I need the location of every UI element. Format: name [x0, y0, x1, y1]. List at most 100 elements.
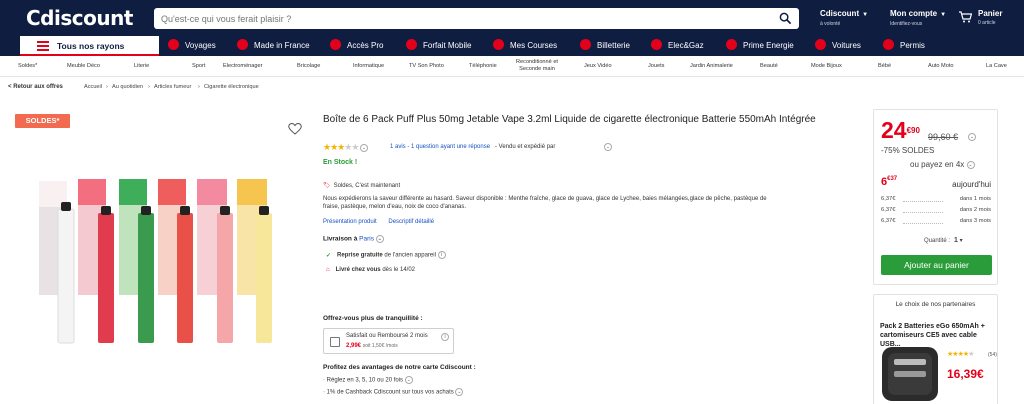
chevron-down-icon[interactable]: ⌄ — [966, 160, 975, 169]
tag-icon: 🏷 — [323, 183, 331, 189]
steering-wheel-icon — [883, 39, 894, 51]
nav-made-in-france[interactable]: Made in France — [237, 39, 310, 52]
all-departments-button[interactable]: Tous nos rayons — [20, 36, 159, 56]
cat-beaute[interactable]: Beauté — [760, 63, 778, 70]
crumb-au-quotidien[interactable]: Au quotidien — [112, 84, 143, 90]
home-icon: ⌂ — [326, 267, 330, 273]
reviews-link[interactable]: 1 avis - 1 question ayant une réponse — [390, 144, 490, 150]
nav-voitures[interactable]: Voitures — [815, 39, 861, 52]
nav-voyages[interactable]: Voyages — [168, 39, 216, 52]
crumb-articles-fumeur[interactable]: Articles fumeur — [154, 84, 191, 90]
chevron-down-icon[interactable]: ⌄ — [404, 376, 413, 384]
cat-auto-moto[interactable]: Auto Moto — [928, 63, 954, 70]
cat-sport[interactable]: Sport — [192, 63, 205, 70]
chevron-down-icon[interactable]: ⌄ — [455, 388, 464, 396]
ticket-icon — [580, 39, 591, 51]
cdiscount-volonte-link[interactable]: Cdiscount ▼ à volonté — [820, 10, 868, 28]
account-sub: Identifiez-vous — [890, 21, 923, 27]
seller-label: - Vendu et expédié par — [495, 144, 556, 150]
cat-reconditionne-line1: Reconditionné et — [516, 59, 558, 65]
chevron-down-icon[interactable]: ⌄ — [359, 143, 368, 152]
cart-icon[interactable] — [958, 11, 972, 23]
info-icon[interactable]: i — [437, 251, 446, 259]
protection-checkbox[interactable] — [330, 337, 340, 347]
nav-mes-courses[interactable]: Mes Courses — [493, 39, 557, 52]
search-bar[interactable] — [154, 8, 799, 29]
cat-jeux-video[interactable]: Jeux Vidéo — [584, 63, 612, 70]
protection-option[interactable]: Satisfait ou Remboursé 2 mois 2,99€ soit… — [323, 328, 454, 354]
installment-price: 6€37 — [881, 176, 897, 188]
chevron-down-icon[interactable]: ⌄ — [968, 133, 976, 141]
delivery-city-link[interactable]: Paris — [359, 236, 374, 243]
price-main: 24 — [881, 117, 907, 143]
detailed-description-link[interactable]: Descriptif détaillé — [388, 219, 434, 225]
cart-sub: 0 article — [978, 20, 996, 26]
nav-label: Billetterie — [597, 41, 630, 50]
partner-product-image[interactable] — [880, 345, 940, 403]
protection-monthly: soit 1,50€ /mois — [362, 343, 398, 349]
delivery-label: Livraison à — [323, 235, 358, 243]
cart-link[interactable]: Panier 0 article — [978, 10, 1002, 27]
today-label: aujourd'hui — [952, 180, 991, 189]
cat-reconditionne[interactable]: Reconditionné et Seconde main — [516, 59, 558, 73]
old-price: 99,60 € — [928, 132, 959, 142]
chevron-left-icon: < — [8, 84, 12, 90]
account-link[interactable]: Mon compte ▼ Identifiez-vous — [890, 10, 946, 28]
inst-cents: €37 — [887, 176, 898, 182]
search-input[interactable] — [154, 8, 754, 29]
search-icon[interactable] — [779, 12, 792, 25]
cat-informatique[interactable]: Informatique — [353, 63, 384, 70]
nav-label: Voyages — [185, 41, 216, 50]
crumb-cigarette[interactable]: Cigarette électronique — [204, 84, 259, 90]
discount-label: -75% SOLDES — [881, 146, 935, 155]
product-image[interactable] — [34, 175, 274, 345]
cat-la-cave[interactable]: La Cave — [986, 63, 1007, 70]
cat-jardin-animalerie[interactable]: Jardin Animalerie — [690, 63, 733, 70]
add-to-cart-button[interactable]: Ajouter au panier — [881, 255, 992, 275]
cat-soldes[interactable]: Soldes* — [18, 63, 37, 70]
reprise-option: ✓ Reprise gratuite de l'ancien appareil i — [326, 251, 446, 259]
card-benefit-1: · Réglez en 3, 5, 10 ou 20 fois ⌄ — [323, 376, 413, 384]
nav-permis[interactable]: Permis — [883, 39, 925, 52]
info-icon[interactable]: i — [441, 333, 449, 341]
main-nav: Tous nos rayons Voyages Made in France A… — [0, 36, 1024, 56]
menu-icon — [37, 41, 49, 51]
house-icon — [237, 39, 248, 51]
cat-electromenager[interactable]: Electroménager — [223, 63, 263, 70]
nav-billetterie[interactable]: Billetterie — [580, 39, 630, 52]
cat-literie[interactable]: Literie — [134, 63, 149, 70]
heart-icon[interactable] — [288, 122, 302, 135]
card-benefit-2: · 1% de Cashback Cdiscount sur tous vos … — [323, 388, 464, 396]
star-icon: ★ — [351, 142, 359, 152]
cat-bebe[interactable]: Bébé — [878, 63, 891, 70]
chevron-down-icon[interactable]: ⌄ — [604, 143, 612, 151]
nav-label: Forfait Mobile — [423, 41, 472, 50]
cat-bricolage[interactable]: Bricolage — [297, 63, 320, 70]
chevron-down-icon: ▾ — [959, 238, 963, 244]
cat-tv-son-photo[interactable]: TV Son Photo — [409, 63, 444, 70]
basket-icon — [493, 39, 504, 51]
rating-stars[interactable]: ★★★★★ ⌄ — [323, 142, 368, 153]
star-icon: ★ — [968, 351, 974, 358]
installment-amount: 6,37€ — [881, 218, 896, 224]
nav-elec-gaz[interactable]: Elec&Gaz — [651, 39, 704, 52]
nav-acces-pro[interactable]: Accès Pro — [330, 39, 383, 52]
quantity-selector[interactable]: Quantité :1 ▾ — [924, 237, 963, 244]
crumb-accueil[interactable]: Accueil — [84, 84, 102, 90]
cat-jouets[interactable]: Jouets — [648, 63, 664, 70]
nav-prime-energie[interactable]: Prime Energie — [726, 39, 794, 52]
chevron-down-icon[interactable]: ⌄ — [375, 235, 384, 243]
installment-row: 6,37€ dans 2 mois — [881, 207, 991, 216]
cat-mode-bijoux[interactable]: Mode Bijoux — [811, 63, 842, 70]
current-price: 24€90 — [881, 118, 920, 142]
back-to-offers-link[interactable]: < Retour aux offres — [8, 84, 63, 90]
presentation-link[interactable]: Présentation produit — [323, 219, 377, 225]
cat-telephonie[interactable]: Téléphonie — [469, 63, 497, 70]
card-benefit-2-text: · 1% de Cashback Cdiscount sur tous vos … — [323, 389, 454, 396]
cdiscount-logo[interactable]: Cdiscount — [26, 6, 133, 30]
nav-forfait-mobile[interactable]: Forfait Mobile — [406, 39, 472, 52]
cat-meuble-deco[interactable]: Meuble Déco — [67, 63, 100, 70]
livre-date: dès le 14/02 — [382, 267, 416, 273]
protection-price: 2,99€ soit 1,50€ /mois — [346, 343, 398, 349]
partner-review-count: (54) — [988, 352, 997, 358]
